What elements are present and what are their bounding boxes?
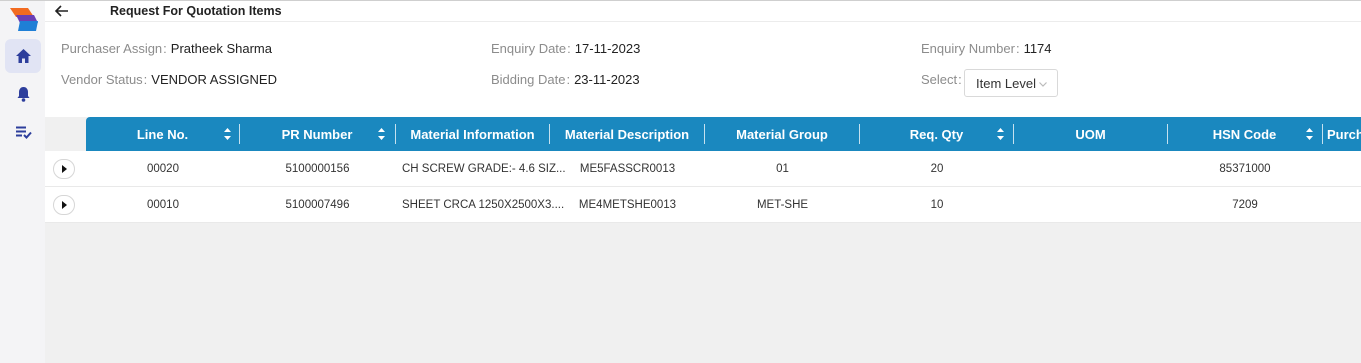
bidding-date-value: 23-11-2023 [574, 72, 640, 87]
cell-line-no: 00020 [147, 163, 179, 175]
caret-right-icon [62, 165, 67, 173]
enquiry-date-field: Enquiry Date: 17-11-2023 [491, 41, 641, 56]
enquiry-number-label: Enquiry Number [921, 41, 1015, 56]
cell-hsn-code: 85371000 [1219, 163, 1271, 175]
column-header-purchase[interactable]: Purch [1327, 117, 1361, 151]
chevron-down-icon [1039, 82, 1047, 87]
sort-icon[interactable] [377, 127, 386, 141]
expand-row-button[interactable] [53, 195, 75, 215]
items-grid: Line No. PR Number Material Information … [45, 117, 1361, 363]
cell-req-qty: 10 [930, 199, 944, 211]
sort-icon[interactable] [223, 127, 232, 141]
level-select[interactable]: Item Level [964, 69, 1058, 97]
cell-req-qty: 20 [930, 163, 944, 175]
column-header-material-description[interactable]: Material Description [550, 117, 704, 151]
purchaser-assign-value: Pratheek Sharma [170, 41, 272, 56]
column-header-line-no[interactable]: Line No. [86, 117, 239, 151]
select-label: Select [921, 72, 958, 87]
column-header-material-information[interactable]: Material Information [396, 117, 549, 151]
level-select-value: Item Level [976, 75, 1036, 91]
column-header-uom[interactable]: UOM [1014, 117, 1167, 151]
vendor-status-field: Vendor Status: VENDOR ASSIGNED [61, 72, 277, 87]
bidding-date-field: Bidding Date: 23-11-2023 [491, 72, 640, 87]
select-field: Select: [921, 72, 962, 87]
sidebar [0, 1, 45, 363]
purchaser-assign-field: Purchaser Assign: Pratheek Sharma [61, 41, 272, 56]
column-header-pr-number[interactable]: PR Number [240, 117, 394, 151]
cell-hsn-code: 7209 [1232, 199, 1258, 211]
cell-pr-number: 5100000156 [285, 163, 350, 175]
purchaser-assign-label: Purchaser Assign [61, 41, 163, 56]
column-header-material-group[interactable]: Material Group [705, 117, 859, 151]
table-row[interactable]: 00010 5100007496 SHEET CRCA 1250X2500X3.… [45, 187, 1361, 223]
back-arrow-icon[interactable] [54, 3, 70, 19]
cell-material-description: ME5FASSCR0013 [579, 163, 676, 175]
cell-material-group: MET-SHE [756, 199, 809, 211]
page-title: Request For Quotation Items [110, 4, 282, 18]
sidebar-item-notifications[interactable] [5, 77, 41, 111]
cell-uom [1014, 151, 1168, 187]
enquiry-number-value: 1174 [1023, 41, 1052, 56]
sidebar-item-home[interactable] [5, 39, 41, 73]
cell-line-no: 00010 [147, 199, 179, 211]
cell-material-group: 01 [776, 163, 789, 175]
enquiry-date-label: Enquiry Date [491, 41, 567, 56]
table-row[interactable]: 00020 5100000156 CH SCREW GRADE:- 4.6 SI… [45, 151, 1361, 187]
caret-right-icon [62, 201, 67, 209]
cell-uom [1014, 187, 1168, 223]
enquiry-number-field: Enquiry Number: 1174 [921, 41, 1052, 56]
grid-header: Line No. PR Number Material Information … [86, 117, 1361, 151]
checklist-icon [15, 126, 32, 139]
app-logo[interactable] [8, 5, 40, 33]
sidebar-item-tasks[interactable] [5, 115, 41, 149]
cell-material-description: ME4METSHE0013 [578, 199, 677, 211]
bidding-date-label: Bidding Date [491, 72, 566, 87]
column-header-req-qty[interactable]: Req. Qty [860, 117, 1013, 151]
column-separator[interactable] [1322, 124, 1323, 144]
vendor-status-label: Vendor Status [61, 72, 143, 87]
vendor-status-value: VENDOR ASSIGNED [151, 72, 277, 87]
cell-material-information: SHEET CRCA 1250X2500X3.... [402, 199, 565, 211]
enquiry-date-value: 17-11-2023 [574, 41, 641, 56]
cell-material-information: CH SCREW GRADE:- 4.6 SIZ... [402, 163, 566, 175]
sort-icon[interactable] [996, 127, 1005, 141]
title-bar: Request For Quotation Items [45, 1, 1361, 22]
home-icon [15, 49, 31, 63]
column-header-hsn-code[interactable]: HSN Code [1168, 117, 1321, 151]
bell-icon [17, 87, 29, 102]
cell-pr-number: 5100007496 [285, 199, 350, 211]
sort-icon[interactable] [1305, 127, 1314, 141]
expand-row-button[interactable] [53, 159, 75, 179]
